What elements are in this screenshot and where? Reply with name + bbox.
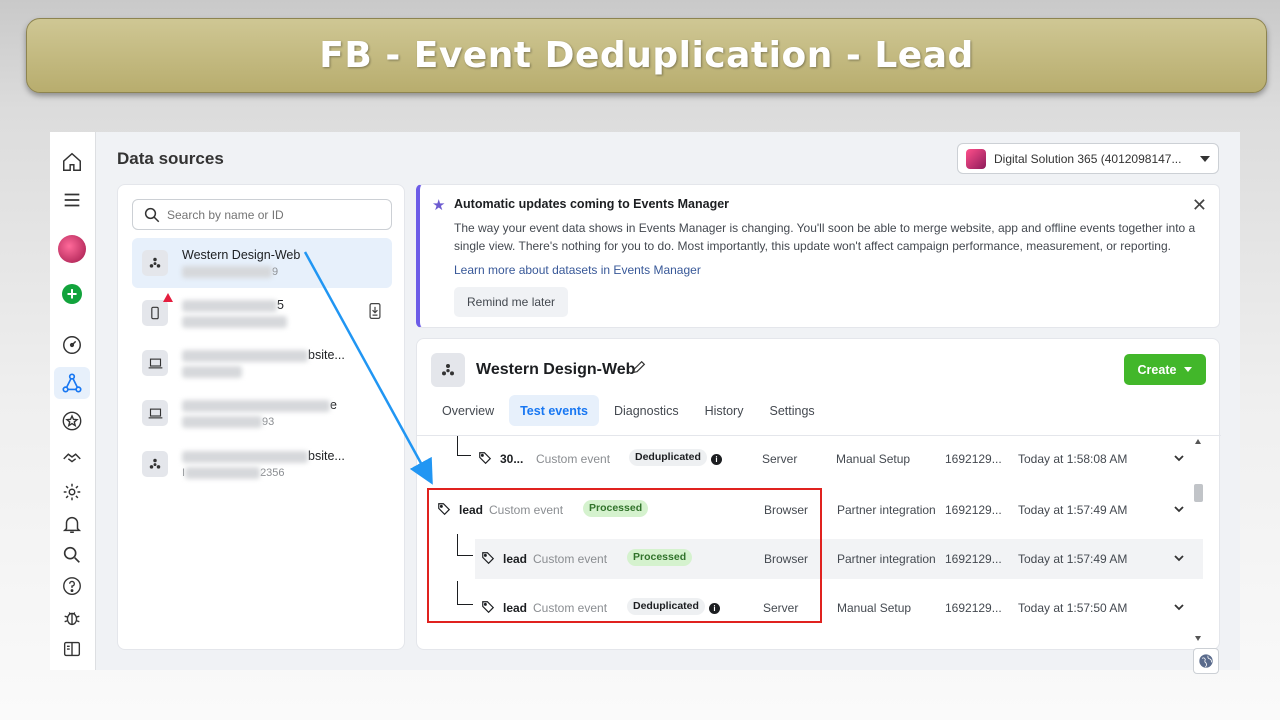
tab-overview[interactable]: Overview bbox=[431, 395, 505, 426]
source-name: bsite... bbox=[182, 449, 345, 463]
source-item-website-3[interactable]: bsite... I 2356 bbox=[132, 439, 392, 489]
event-setup: Manual Setup bbox=[837, 601, 912, 615]
chevron-down-icon[interactable] bbox=[1173, 504, 1185, 514]
event-time: Today at 1:57:50 AM bbox=[1018, 601, 1128, 615]
warning-icon bbox=[163, 293, 173, 302]
chevron-down-icon bbox=[1184, 367, 1193, 372]
source-name: 5 bbox=[182, 298, 287, 312]
chevron-down-icon[interactable] bbox=[1173, 553, 1185, 563]
avatar[interactable] bbox=[58, 235, 86, 263]
home-icon[interactable] bbox=[54, 146, 90, 178]
scroll-up-icon[interactable] bbox=[1195, 439, 1201, 444]
source-id: 93 bbox=[182, 416, 337, 429]
event-time: Today at 1:58:08 AM bbox=[1018, 452, 1128, 466]
edit-pencil-icon[interactable] bbox=[631, 359, 647, 375]
source-item-western-design-web[interactable]: Western Design-Web 9 bbox=[132, 238, 392, 288]
notice-title: Automatic updates coming to Events Manag… bbox=[454, 197, 730, 211]
source-item-website-2[interactable]: e 93 bbox=[132, 388, 392, 438]
close-icon[interactable]: ✕ bbox=[1192, 195, 1207, 216]
pixel-icon bbox=[142, 250, 168, 276]
pixel-icon bbox=[142, 451, 168, 477]
create-button[interactable]: Create bbox=[1124, 354, 1206, 385]
search-icon[interactable] bbox=[54, 539, 90, 571]
event-time: Today at 1:57:49 AM bbox=[1018, 552, 1128, 566]
source-name: Western Design-Web bbox=[182, 247, 301, 262]
partner-handshake-icon[interactable] bbox=[54, 441, 90, 473]
dataset-tabs: Overview Test events Diagnostics History… bbox=[431, 395, 826, 426]
source-item-website-1[interactable]: bsite... bbox=[132, 338, 392, 388]
tag-icon bbox=[479, 452, 492, 465]
event-name: 30... bbox=[500, 452, 524, 466]
tab-diagnostics[interactable]: Diagnostics bbox=[603, 395, 690, 426]
star-icon[interactable] bbox=[54, 405, 90, 437]
event-setup: Manual Setup bbox=[836, 452, 911, 466]
event-source: Server bbox=[762, 452, 798, 466]
mobile-icon bbox=[142, 300, 168, 326]
page-title: Data sources bbox=[117, 149, 224, 168]
notice-body: The way your event data shows in Events … bbox=[454, 221, 1196, 253]
event-setup: Partner integration bbox=[837, 503, 936, 517]
laptop-icon bbox=[142, 400, 168, 426]
source-name: e bbox=[182, 398, 337, 412]
account-logo-icon bbox=[966, 148, 986, 169]
events-scrollbar[interactable] bbox=[1191, 436, 1205, 648]
account-selector[interactable]: Digital Solution 365 (4012098147... bbox=[957, 143, 1219, 174]
notifications-bell-icon[interactable] bbox=[54, 508, 90, 540]
create-label: Create bbox=[1137, 362, 1177, 377]
lead-events-highlight-box bbox=[427, 488, 822, 623]
chevron-down-icon[interactable] bbox=[1173, 602, 1185, 612]
chevron-down-icon[interactable] bbox=[1173, 453, 1185, 463]
pixel-icon bbox=[431, 353, 465, 387]
banner-title: FB - Event Deduplication - Lead bbox=[319, 35, 974, 76]
chevron-down-icon bbox=[1200, 155, 1210, 162]
source-id bbox=[182, 366, 345, 379]
source-id: I 2356 bbox=[182, 466, 285, 480]
source-id: 9 bbox=[182, 266, 300, 279]
add-icon[interactable]: + bbox=[62, 284, 82, 304]
source-id bbox=[182, 316, 287, 329]
help-icon[interactable] bbox=[54, 570, 90, 602]
download-icon[interactable] bbox=[368, 302, 382, 320]
star-icon: ★ bbox=[432, 197, 446, 214]
source-item-app[interactable]: 5 bbox=[132, 288, 392, 338]
tree-connector bbox=[457, 436, 471, 456]
update-notice: ★ Automatic updates coming to Events Man… bbox=[416, 184, 1220, 328]
title-banner: FB - Event Deduplication - Lead bbox=[26, 18, 1267, 93]
scroll-thumb[interactable] bbox=[1194, 484, 1203, 502]
globe-icon[interactable] bbox=[1193, 648, 1219, 674]
source-name: bsite... bbox=[182, 348, 345, 362]
status-badge: Deduplicated bbox=[629, 449, 707, 466]
scroll-down-icon[interactable] bbox=[1195, 636, 1201, 641]
event-id: 1692129... bbox=[945, 552, 1002, 566]
event-id: 1692129... bbox=[945, 452, 1002, 466]
data-sources-icon[interactable] bbox=[54, 367, 90, 399]
event-row[interactable]: 30... Custom event Deduplicated i Server… bbox=[417, 436, 1203, 482]
data-sources-panel: Western Design-Web 9 5 bsite... bbox=[117, 184, 405, 650]
search-input[interactable] bbox=[167, 207, 367, 222]
tab-history[interactable]: History bbox=[694, 395, 755, 426]
panel-toggle-icon[interactable] bbox=[54, 633, 90, 665]
event-type: Custom event bbox=[536, 452, 611, 466]
event-id: 1692129... bbox=[945, 601, 1002, 615]
dataset-name: Western Design-Web bbox=[476, 361, 636, 378]
search-icon bbox=[144, 207, 160, 222]
tab-test-events[interactable]: Test events bbox=[509, 395, 599, 426]
settings-gear-icon[interactable] bbox=[54, 476, 90, 508]
laptop-icon bbox=[142, 350, 168, 376]
event-id: 1692129... bbox=[945, 503, 1002, 517]
tab-settings[interactable]: Settings bbox=[758, 395, 825, 426]
remind-later-button[interactable]: Remind me later bbox=[454, 287, 569, 317]
info-icon[interactable]: i bbox=[705, 452, 722, 466]
source-search[interactable] bbox=[132, 199, 392, 230]
learn-more-link[interactable]: Learn more about datasets in Events Mana… bbox=[454, 263, 701, 277]
dashboard-gauge-icon[interactable] bbox=[54, 329, 90, 361]
account-name: Digital Solution 365 (4012098147... bbox=[994, 151, 1182, 166]
bug-report-icon[interactable] bbox=[54, 602, 90, 634]
event-setup: Partner integration bbox=[837, 552, 936, 566]
left-nav: + bbox=[50, 132, 96, 670]
event-time: Today at 1:57:49 AM bbox=[1018, 503, 1128, 517]
menu-icon[interactable] bbox=[54, 184, 90, 216]
